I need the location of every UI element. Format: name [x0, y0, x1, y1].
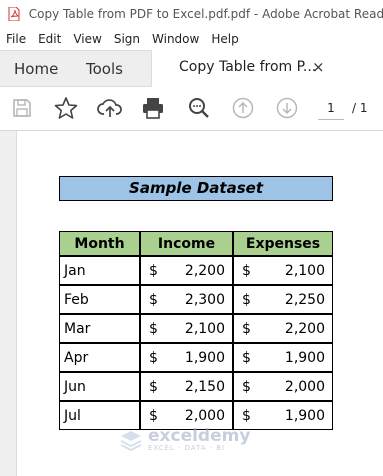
upload-cloud-icon[interactable] — [97, 95, 123, 121]
left-nav-pane[interactable] — [0, 131, 17, 476]
acrobat-pdf-icon — [8, 6, 21, 22]
page-total: / 1 — [352, 101, 368, 115]
currency-symbol: $ — [149, 378, 158, 395]
currency-symbol: $ — [242, 407, 251, 424]
table-row: Mar $2,100 $2,200 — [59, 314, 333, 343]
currency-symbol: $ — [149, 291, 158, 308]
menu-view[interactable]: View — [67, 32, 107, 46]
page-number-input[interactable]: 1 — [318, 97, 344, 120]
income-value: 2,100 — [184, 320, 225, 337]
exceldemy-watermark: exceldemy EXCEL · DATA · BI — [118, 428, 250, 452]
toolbar: 1 / 1 — [0, 87, 383, 131]
document-viewer[interactable]: Sample Dataset Month Income Expenses Jan… — [0, 131, 383, 476]
currency-symbol: $ — [242, 262, 251, 279]
menu-file[interactable]: File — [0, 32, 32, 46]
expenses-value: 2,200 — [284, 320, 325, 337]
cell-month: Apr — [59, 343, 140, 372]
tab-document[interactable]: Copy Table from P... × — [151, 50, 383, 87]
cell-expenses: $2,250 — [233, 285, 333, 314]
table-row: Jun $2,150 $2,000 — [59, 372, 333, 401]
title-bar: Copy Table from PDF to Excel.pdf.pdf - A… — [0, 0, 383, 28]
currency-symbol: $ — [242, 378, 251, 395]
expenses-value: 2,250 — [284, 291, 325, 308]
page-up-icon[interactable] — [230, 95, 256, 121]
expenses-value: 2,100 — [284, 262, 325, 279]
header-month: Month — [59, 231, 140, 256]
page-down-icon[interactable] — [274, 95, 300, 121]
income-value: 2,300 — [184, 291, 225, 308]
cell-income: $2,300 — [140, 285, 233, 314]
currency-symbol: $ — [149, 262, 158, 279]
currency-symbol: $ — [242, 320, 251, 337]
expenses-value: 2,000 — [284, 378, 325, 395]
cell-month: Jan — [59, 256, 140, 285]
header-income: Income — [140, 231, 233, 256]
print-icon[interactable] — [140, 95, 166, 121]
cell-income: $2,200 — [140, 256, 233, 285]
currency-symbol: $ — [149, 349, 158, 366]
star-icon[interactable] — [53, 95, 79, 121]
table-row: Jan $2,200 $2,100 — [59, 256, 333, 285]
menu-help[interactable]: Help — [205, 32, 244, 46]
cell-expenses: $1,900 — [233, 343, 333, 372]
cell-expenses: $2,000 — [233, 372, 333, 401]
table-row: Feb $2,300 $2,250 — [59, 285, 333, 314]
table-header-row: Month Income Expenses — [59, 231, 333, 256]
menu-bar: File Edit View Sign Window Help — [0, 28, 383, 50]
cell-income: $2,100 — [140, 314, 233, 343]
cell-income: $1,900 — [140, 343, 233, 372]
document-tab-label: Copy Table from P... — [179, 59, 317, 75]
menu-sign[interactable]: Sign — [108, 32, 146, 46]
expenses-value: 1,900 — [284, 407, 325, 424]
save-icon[interactable] — [9, 95, 35, 121]
income-value: 2,200 — [184, 262, 225, 279]
tab-bar: Home Tools Copy Table from P... × — [0, 50, 383, 87]
cell-expenses: $2,200 — [233, 314, 333, 343]
menu-edit[interactable]: Edit — [32, 32, 67, 46]
menu-window[interactable]: Window — [146, 32, 205, 46]
dataset-title: Sample Dataset — [59, 176, 333, 201]
currency-symbol: $ — [242, 349, 251, 366]
table-row: Apr $1,900 $1,900 — [59, 343, 333, 372]
cell-month: Mar — [59, 314, 140, 343]
exceldemy-logo-icon — [120, 431, 142, 452]
watermark-name: exceldemy — [148, 426, 251, 446]
cell-month: Jun — [59, 372, 140, 401]
income-value: 2,000 — [184, 407, 225, 424]
cell-expenses: $2,100 — [233, 256, 333, 285]
currency-symbol: $ — [149, 407, 158, 424]
cell-month: Feb — [59, 285, 140, 314]
cell-month: Jul — [59, 401, 140, 430]
currency-symbol: $ — [242, 291, 251, 308]
income-value: 1,900 — [184, 349, 225, 366]
header-expenses: Expenses — [233, 231, 333, 256]
search-zoom-icon[interactable] — [186, 95, 212, 121]
close-tab-icon[interactable]: × — [312, 58, 325, 76]
income-value: 2,150 — [184, 378, 225, 395]
window-title: Copy Table from PDF to Excel.pdf.pdf - A… — [28, 7, 383, 21]
expenses-value: 1,900 — [284, 349, 325, 366]
tab-home[interactable]: Home — [14, 60, 58, 78]
currency-symbol: $ — [149, 320, 158, 337]
data-table: Month Income Expenses Jan $2,200 $2,100 Feb… — [59, 231, 333, 430]
cell-income: $2,150 — [140, 372, 233, 401]
tab-tools[interactable]: Tools — [86, 60, 123, 78]
